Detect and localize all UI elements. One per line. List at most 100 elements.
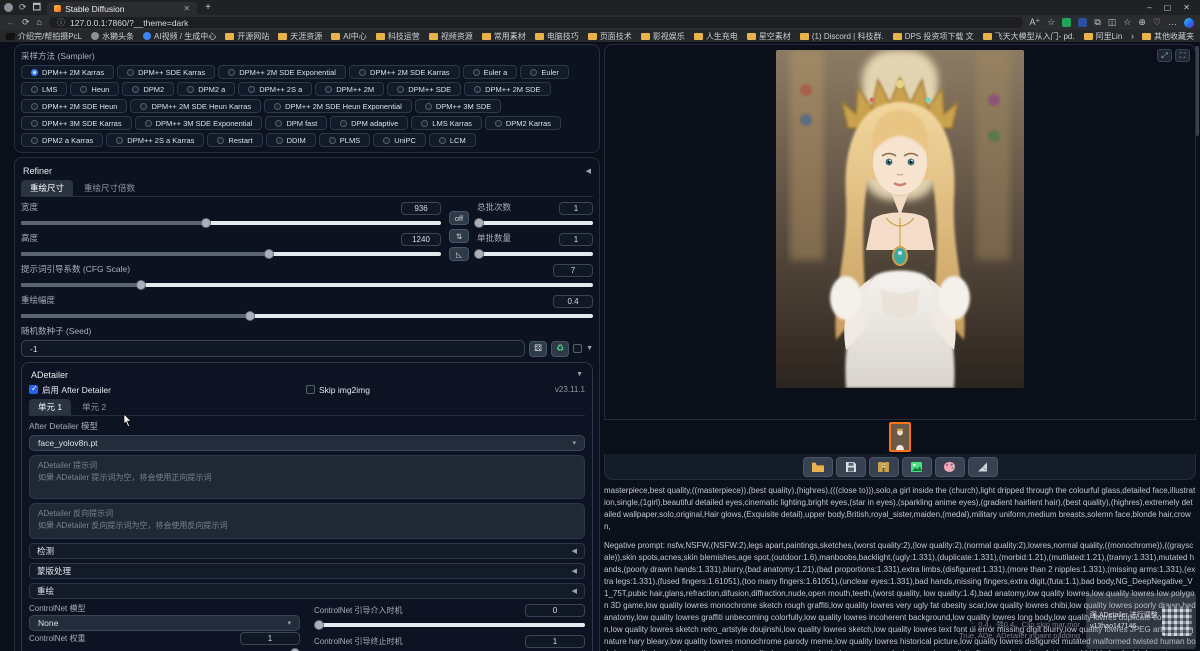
controlnet-weight-input[interactable]: 1 [240, 632, 300, 645]
reuse-seed-recycle-icon[interactable]: ♻ [551, 341, 569, 357]
address-bar[interactable]: ⓘ 127.0.0.1:7860/?__theme=dark [49, 17, 1023, 28]
bookmark-item[interactable]: 水獭头条 [91, 31, 134, 42]
tab-resize-by[interactable]: 重绘尺寸倍数 [75, 180, 144, 196]
sampler-option[interactable]: LMS Karras [411, 116, 482, 130]
tab-resize-to[interactable]: 重绘尺寸 [21, 180, 73, 196]
bookmark-item[interactable]: 飞天大模型从入门- pd. [983, 31, 1075, 42]
adetailer-negative-textarea[interactable]: ADetailer 反向提示词 如果 ADetailer 反向提示词为空，将会使… [29, 503, 585, 539]
swap-dimensions-icon[interactable]: ⇅ [449, 229, 469, 243]
send-to-inpaint-button[interactable] [935, 457, 965, 477]
image-thumbnail[interactable] [889, 422, 911, 452]
bookmark-item[interactable]: 天涯资源 [278, 31, 322, 42]
skip-img2img-checkbox[interactable]: Skip img2img [306, 385, 370, 395]
send-to-extras-button[interactable] [968, 457, 998, 477]
batch-count-slider[interactable] [477, 221, 593, 225]
cfg-slider[interactable] [21, 283, 593, 287]
bookmark-item[interactable]: AI中心 [331, 31, 367, 42]
bookmark-item[interactable]: 影视娱乐 [641, 31, 685, 42]
enable-adetailer-checkbox[interactable]: 启用 After Detailer [29, 384, 111, 396]
height-slider[interactable] [21, 252, 441, 256]
bookmark-item[interactable]: AI视频 / 生成中心 [143, 31, 216, 42]
sampler-option[interactable]: Euler [520, 65, 569, 79]
bookmark-item[interactable]: 人生充电 [694, 31, 738, 42]
controlnet-end-input[interactable]: 1 [525, 635, 585, 648]
sampler-option[interactable]: UniPC [373, 133, 426, 147]
adetailer-header[interactable]: ADetailer▼ [29, 367, 585, 382]
batch-size-slider[interactable] [477, 252, 593, 256]
cfg-input[interactable]: 7 [553, 264, 593, 277]
send-to-img2img-button[interactable] [902, 457, 932, 477]
close-tab-icon[interactable]: ✕ [183, 4, 190, 13]
sampler-option[interactable]: DPM2 a [177, 82, 235, 96]
bookmark-item[interactable]: 电脑技巧 [535, 31, 579, 42]
controlnet-model-dropdown[interactable]: None▾ [29, 615, 300, 631]
bookmark-item[interactable]: 常用素材 [482, 31, 526, 42]
copilot-icon[interactable] [1184, 18, 1194, 28]
favorites-bar-icon[interactable]: ☆ [1123, 18, 1131, 27]
browser-essentials-icon[interactable]: ♡ [1153, 18, 1161, 27]
sampler-option[interactable]: DPM++ 3M SDE Exponential [135, 116, 263, 130]
adetailer-model-dropdown[interactable]: face_yolov8n.pt▾ [29, 435, 585, 451]
split-screen-icon[interactable]: ◫ [1108, 18, 1117, 27]
width-slider[interactable] [21, 221, 441, 225]
sampler-option[interactable]: DPM fast [265, 116, 327, 130]
vertical-tabs-icon[interactable]: 🗖 [33, 3, 42, 12]
detect-size-icon[interactable]: ◺ [449, 247, 469, 261]
sampler-option[interactable]: DPM++ 2M SDE [464, 82, 550, 96]
sampler-option[interactable]: DPM++ 3M SDE Karras [21, 116, 132, 130]
controlnet-start-slider[interactable] [314, 623, 585, 627]
sampler-option[interactable]: DPM++ 2S a [238, 82, 312, 96]
sampler-option[interactable]: DPM adaptive [330, 116, 408, 130]
new-tab-button[interactable]: + [205, 2, 211, 13]
collections-icon[interactable]: ⧉ [1094, 18, 1100, 27]
save-image-button[interactable] [836, 457, 866, 477]
read-aloud-icon[interactable]: A⁺ [1030, 18, 1041, 27]
sampler-option[interactable]: Euler a [463, 65, 518, 79]
sampler-option[interactable]: DPM++ SDE Karras [117, 65, 215, 79]
sampler-option[interactable]: DPM2 Karras [485, 116, 561, 130]
capture-icon[interactable]: ⊕ [1138, 18, 1146, 27]
batch-size-input[interactable]: 1 [559, 233, 593, 246]
bookmark-item[interactable]: (1) Discord | 科技群. [800, 31, 884, 42]
close-window-button[interactable]: ✕ [1183, 3, 1190, 12]
bookmark-item[interactable]: 介绍完/帮拍摄PcL [6, 31, 82, 42]
browser-tab[interactable]: Stable Diffusion ✕ [47, 2, 197, 15]
bookmark-item[interactable]: 视频资源 [429, 31, 473, 42]
height-input[interactable]: 1240 [401, 233, 441, 246]
sampler-option[interactable]: DPM++ SDE [387, 82, 461, 96]
mask-preprocessing-section-bar[interactable]: 蒙版处理◀ [29, 563, 585, 579]
sampler-option[interactable]: DPM++ 3M SDE [415, 99, 501, 113]
detection-section-bar[interactable]: 检测◀ [29, 543, 585, 559]
open-folder-button[interactable] [803, 457, 833, 477]
batch-count-input[interactable]: 1 [559, 202, 593, 215]
sampler-option[interactable]: DPM++ 2M SDE Heun [21, 99, 127, 113]
sampler-option[interactable]: Heun [70, 82, 119, 96]
sampler-option[interactable]: LCM [429, 133, 476, 147]
sampler-option[interactable]: DPM++ 2M SDE Karras [349, 65, 460, 79]
site-info-icon[interactable]: ⓘ [57, 17, 65, 28]
sampler-option[interactable]: DPM2 a Karras [21, 133, 103, 147]
sampler-option[interactable]: DPM++ 2S a Karras [106, 133, 204, 147]
bookmark-item[interactable]: DPS 投资项下载 文 [893, 31, 974, 42]
tab-unit-2[interactable]: 单元 2 [73, 399, 115, 415]
tab-actions-icon[interactable]: ⟳ [19, 3, 27, 12]
maximize-button[interactable]: ▢ [1164, 3, 1172, 12]
expand-image-icon[interactable]: ⤢ [1157, 49, 1172, 62]
sampler-option[interactable]: DPM++ 2M SDE Heun Exponential [264, 99, 412, 113]
sampler-option[interactable]: LMS [21, 82, 67, 96]
favorite-star-icon[interactable]: ☆ [1047, 18, 1055, 27]
controlnet-start-input[interactable]: 0 [525, 604, 585, 617]
sampler-option[interactable]: DPM++ 2M [315, 82, 384, 96]
sampler-option[interactable]: Restart [207, 133, 262, 147]
bookmark-item[interactable]: 页面技术 [588, 31, 632, 42]
inpainting-section-bar[interactable]: 重绘◀ [29, 583, 585, 599]
bookmark-item[interactable]: 科技运营 [376, 31, 420, 42]
refresh-icon[interactable]: ⟳ [22, 18, 30, 27]
sampler-option[interactable]: DPM++ 2M SDE Heun Karras [130, 99, 261, 113]
back-icon[interactable]: ← [6, 18, 15, 27]
home-icon[interactable]: ⌂ [37, 18, 42, 27]
sampler-option[interactable]: PLMS [319, 133, 370, 147]
extension-icon[interactable] [1078, 18, 1087, 27]
tab-unit-1[interactable]: 单元 1 [29, 399, 71, 415]
bookmark-item[interactable]: 开源网站 [225, 31, 269, 42]
